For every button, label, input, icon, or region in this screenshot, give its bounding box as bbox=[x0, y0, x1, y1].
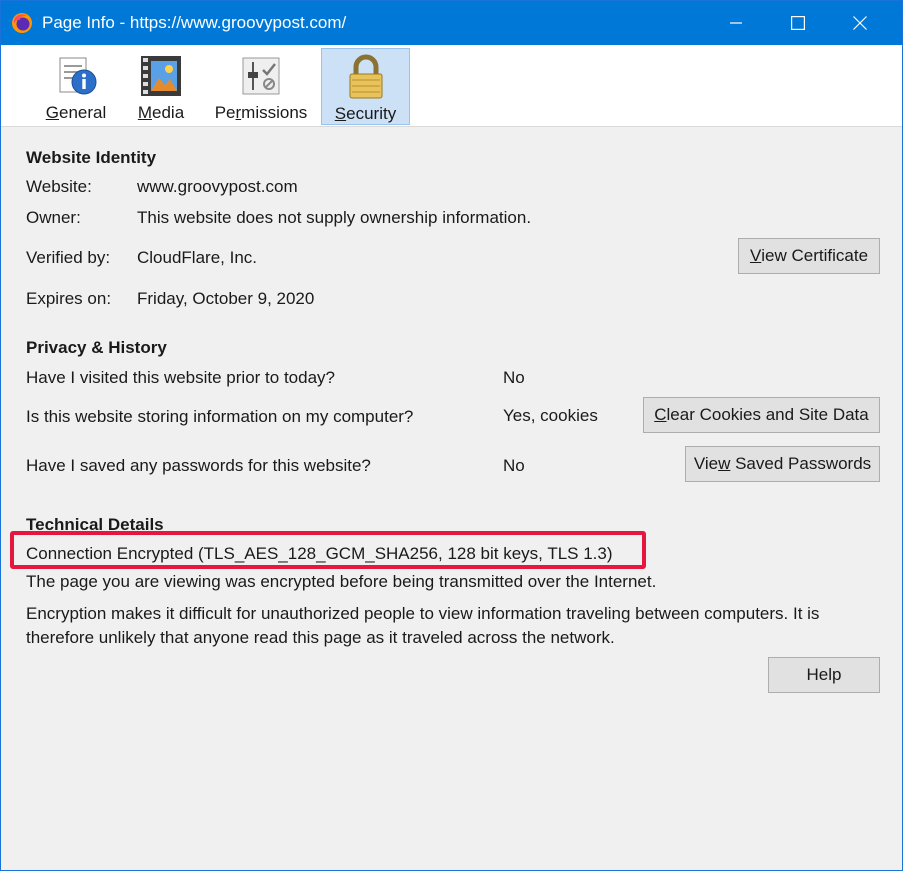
highlight-box bbox=[10, 531, 646, 569]
page-info-window: Page Info - https://www.groovypost.com/ … bbox=[0, 0, 903, 871]
minimize-button[interactable] bbox=[705, 1, 767, 45]
firefox-icon bbox=[12, 13, 32, 33]
encryption-description: Encryption makes it difficult for unauth… bbox=[26, 604, 820, 647]
window-title: Page Info - https://www.groovypost.com/ bbox=[42, 13, 347, 32]
title-bar: Page Info - https://www.groovypost.com/ bbox=[1, 1, 902, 45]
expires-on-label: Expires on: bbox=[26, 289, 112, 308]
lock-icon bbox=[349, 54, 382, 99]
expires-on-value: Friday, October 9, 2020 bbox=[137, 289, 315, 308]
tab-security-label: Security bbox=[334, 104, 397, 123]
close-icon bbox=[853, 16, 867, 30]
security-panel: Website Identity Website: www.groovypost… bbox=[1, 128, 902, 870]
website-identity-heading: Website Identity bbox=[26, 148, 157, 167]
passwords-question: Have I saved any passwords for this webs… bbox=[26, 456, 371, 475]
clear-cookies-button[interactable]: Clear Cookies and Site Data bbox=[643, 397, 880, 433]
website-label: Website: bbox=[26, 177, 92, 196]
tab-general-label: General bbox=[45, 103, 107, 122]
permissions-icon bbox=[242, 57, 280, 95]
verified-by-value: CloudFlare, Inc. bbox=[137, 248, 257, 267]
owner-value: This website does not supply ownership i… bbox=[137, 208, 532, 227]
privacy-history-heading: Privacy & History bbox=[26, 338, 167, 357]
verified-by-label: Verified by: bbox=[26, 248, 111, 267]
tab-permissions-label: Permissions bbox=[214, 103, 308, 122]
passwords-answer: No bbox=[503, 456, 525, 475]
encrypted-explanation: The page you are viewing was encrypted b… bbox=[26, 572, 657, 591]
storing-answer: Yes, cookies bbox=[503, 406, 598, 425]
view-certificate-button[interactable]: View Certificate bbox=[738, 238, 880, 274]
close-button[interactable] bbox=[829, 1, 891, 45]
visited-question: Have I visited this website prior to tod… bbox=[26, 368, 335, 387]
tab-media-label: Media bbox=[137, 103, 185, 122]
tab-media[interactable]: Media bbox=[125, 48, 197, 125]
tab-general[interactable]: General bbox=[37, 48, 115, 125]
tab-toolbar: General Media Permissions Security bbox=[1, 45, 902, 127]
media-icon bbox=[141, 56, 181, 96]
help-button[interactable]: Help bbox=[768, 657, 880, 693]
storing-question: Is this website storing information on m… bbox=[26, 407, 414, 426]
view-saved-passwords-button[interactable]: Vie w Saved Passwords bbox=[685, 446, 880, 482]
owner-label: Owner: bbox=[26, 208, 81, 227]
info-icon bbox=[59, 57, 97, 95]
tab-permissions[interactable]: Permissions bbox=[207, 48, 315, 125]
minimize-icon bbox=[730, 22, 742, 24]
maximize-button[interactable] bbox=[767, 1, 829, 45]
visited-answer: No bbox=[503, 368, 525, 387]
tab-security[interactable]: Security bbox=[321, 48, 410, 125]
maximize-icon bbox=[791, 16, 805, 30]
website-value: www.groovypost.com bbox=[137, 177, 298, 196]
